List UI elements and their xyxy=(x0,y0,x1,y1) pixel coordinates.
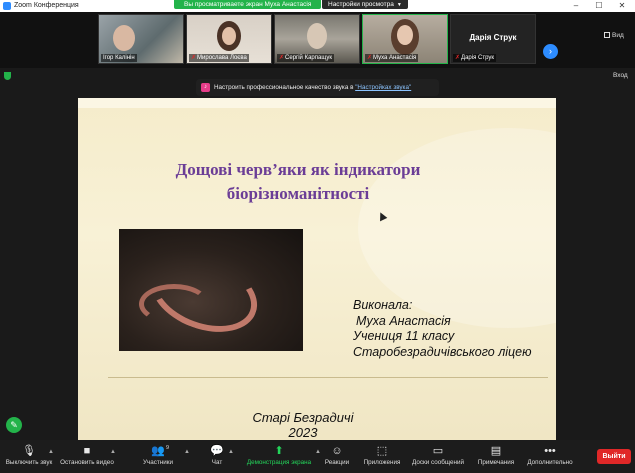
mic-muted-icon: ✗ xyxy=(279,55,285,61)
shared-screen-slide: Дощові черв’яки як індикатори біорізнома… xyxy=(78,98,556,440)
close-icon[interactable]: ✕ xyxy=(611,0,633,12)
apps-label: Приложения xyxy=(363,459,401,466)
author-line: Виконала: xyxy=(353,298,413,312)
notes-icon: ▤ xyxy=(490,445,502,457)
chevron-up-icon[interactable]: ▲ xyxy=(228,449,234,455)
meeting-toolbar: 🎙 Выключить звук ▲ ■ Остановить видео ▲ … xyxy=(0,440,635,473)
apps-icon: ⬚ xyxy=(376,445,388,457)
security-shield-icon[interactable] xyxy=(4,72,11,80)
author-line: Учениця 11 класу xyxy=(353,329,455,343)
grid-view-icon xyxy=(604,32,610,38)
next-page-button[interactable]: › xyxy=(543,44,558,59)
mic-muted-icon: ✗ xyxy=(455,55,461,61)
footer-line: Старі Безрадичі xyxy=(252,410,354,425)
notes-label: Примечания xyxy=(477,459,515,466)
leave-meeting-button[interactable]: Выйти xyxy=(597,449,631,464)
window-title: Zoom Конференция xyxy=(14,2,79,9)
author-line: Старобезрадичівського ліцею xyxy=(353,344,532,359)
footer-line: 2023 xyxy=(288,425,318,440)
pen-icon: ✎ xyxy=(10,420,18,430)
stop-video-button[interactable]: ■ Остановить видео xyxy=(57,444,117,467)
participant-name: ✗Муха Анастасія xyxy=(365,54,419,62)
video-camera-icon: ■ xyxy=(83,445,91,457)
chevron-up-icon[interactable]: ▲ xyxy=(184,449,190,455)
participant-tile-active-speaker[interactable]: ✗Муха Анастасія xyxy=(362,14,448,64)
mute-label: Выключить звук xyxy=(5,459,53,466)
participant-tile[interactable]: Ігор Калінін xyxy=(98,14,184,64)
minimize-icon[interactable]: – xyxy=(565,0,587,12)
author-line: Муха Анастасія xyxy=(356,313,451,328)
notes-button[interactable]: ▤ Примечания xyxy=(474,444,518,467)
audio-quality-notice: ♪ Настроить профессиональное качество зв… xyxy=(196,79,439,96)
notice-text: Настроить профессиональное качество звук… xyxy=(214,84,356,91)
zoom-app-icon xyxy=(3,2,11,10)
maximize-icon[interactable]: ☐ xyxy=(588,0,610,12)
participant-display-name: Дарія Струк xyxy=(469,33,517,42)
stop-video-label: Остановить видео xyxy=(60,459,114,466)
participant-name: ✗Сергій Карпащук xyxy=(277,54,334,62)
view-options-button[interactable]: Настройки просмотра ▼ xyxy=(322,0,408,9)
chat-button[interactable]: 💬 Чат xyxy=(205,444,229,467)
view-label: Вид xyxy=(612,32,624,39)
whiteboards-button[interactable]: ▭ Доски сообщений xyxy=(408,444,468,467)
exit-fullscreen-button[interactable]: Вход xyxy=(613,72,628,79)
reactions-label: Реакции xyxy=(324,459,350,466)
apps-button[interactable]: ⬚ Приложения xyxy=(360,444,404,467)
window-titlebar: Zoom Конференция Вы просматриваете экран… xyxy=(0,0,635,12)
annotate-pen-button[interactable]: ✎ xyxy=(6,417,22,433)
participant-video xyxy=(222,27,236,45)
participant-tile[interactable]: ✗Сергій Карпащук xyxy=(274,14,360,64)
participant-video xyxy=(307,23,327,49)
participants-icon: 👥 xyxy=(151,445,165,457)
reactions-icon: ☺ xyxy=(331,445,343,457)
participants-button[interactable]: 👥 Участники xyxy=(136,444,180,467)
view-options-label: Настройки просмотра xyxy=(328,1,394,8)
whiteboards-label: Доски сообщений xyxy=(412,459,464,466)
more-label: Дополнительно xyxy=(527,459,573,466)
microphone-icon: 🎙 xyxy=(22,445,36,457)
participant-video xyxy=(397,25,413,45)
more-button[interactable]: ••• Дополнительно xyxy=(524,444,576,467)
participant-gallery: Ігор Калінін ✗Мирослава Лоєва ✗Сергій Ка… xyxy=(0,12,635,68)
chat-icon: 💬 xyxy=(210,445,224,457)
participant-tile[interactable]: Дарія Струк ✗Дарія Струк xyxy=(450,14,536,64)
slide-footer: Старі Безрадичі 2023 xyxy=(218,410,388,440)
share-screen-button[interactable]: ⬆ Демонстрация экрана xyxy=(243,444,315,467)
participant-tile[interactable]: ✗Мирослава Лоєва xyxy=(186,14,272,64)
chevron-down-icon: ▼ xyxy=(396,2,402,8)
earthworm-shape xyxy=(139,284,209,324)
chevron-up-icon[interactable]: ▲ xyxy=(315,449,321,455)
reactions-button[interactable]: ☺ Реакции xyxy=(322,444,352,467)
whiteboard-icon: ▭ xyxy=(432,445,444,457)
music-note-icon: ♪ xyxy=(201,83,210,92)
mic-muted-icon: ✗ xyxy=(367,55,373,61)
audio-settings-link[interactable]: "Настройках звука" xyxy=(355,84,411,91)
mic-muted-icon: ✗ xyxy=(191,55,197,61)
chevron-right-icon: › xyxy=(549,46,552,56)
view-button[interactable]: Вид xyxy=(604,32,624,39)
participant-name: ✗Дарія Струк xyxy=(453,54,496,62)
participants-count: 9 xyxy=(166,445,170,451)
participants-label: Участники xyxy=(142,459,174,466)
participant-video xyxy=(113,25,135,51)
mute-button[interactable]: 🎙 Выключить звук xyxy=(4,444,54,467)
share-banner: Вы просматриваете экран Муха Анастасія xyxy=(174,0,322,9)
author-block: Виконала: Муха Анастасія Учениця 11 клас… xyxy=(353,298,532,360)
share-screen-label: Демонстрация экрана xyxy=(246,459,312,466)
chat-label: Чат xyxy=(211,459,223,466)
participant-name: Ігор Калінін xyxy=(101,54,137,62)
slide-title: Дощові черв’яки як індикатори біорізнома… xyxy=(175,160,421,203)
slide-top-band xyxy=(78,98,556,108)
more-icon: ••• xyxy=(544,445,556,457)
chevron-up-icon[interactable]: ▲ xyxy=(48,449,54,455)
chevron-up-icon[interactable]: ▲ xyxy=(110,449,116,455)
earthworm-photo xyxy=(119,229,303,351)
participant-name: ✗Мирослава Лоєва xyxy=(189,54,249,62)
share-screen-icon: ⬆ xyxy=(274,445,284,457)
slide-divider xyxy=(108,377,548,378)
